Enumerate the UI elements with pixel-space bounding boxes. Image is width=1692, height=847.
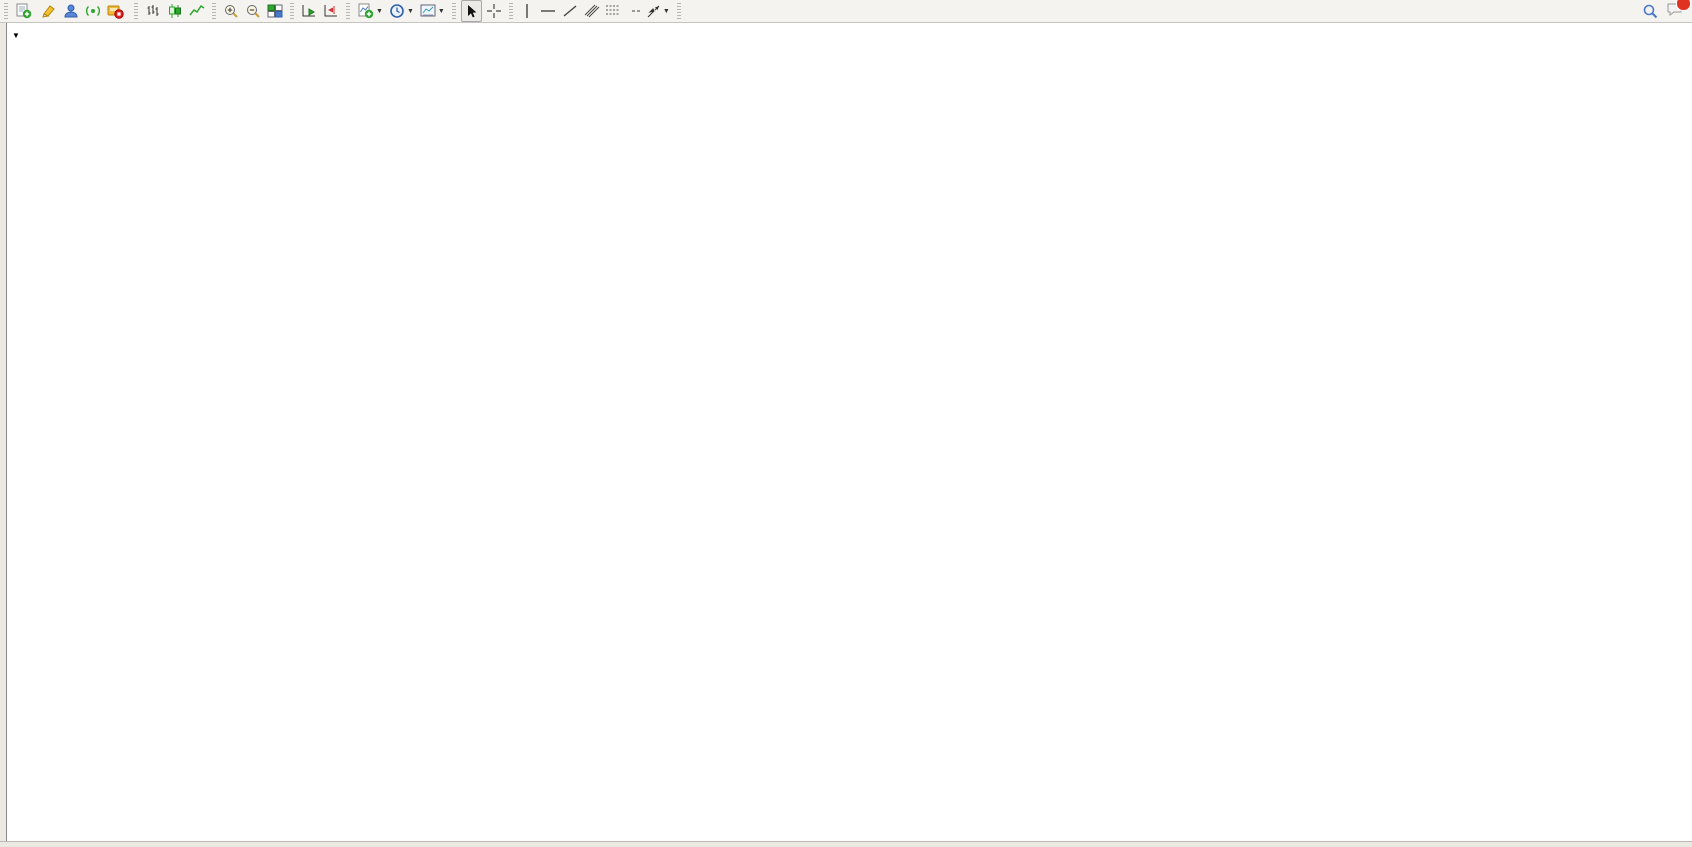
- chart-title: ▼: [12, 28, 31, 42]
- periods-button[interactable]: ▼: [387, 1, 416, 21]
- autotrade-icon: [107, 3, 124, 19]
- symbol-dropdown-icon[interactable]: ▼: [12, 31, 20, 40]
- chart-shift-icon: [323, 3, 339, 19]
- bar-chart-button[interactable]: [143, 1, 163, 21]
- arrows-icon: [646, 4, 661, 19]
- bar-chart-icon: [145, 3, 161, 19]
- templates-button[interactable]: ▼: [418, 1, 447, 21]
- indicators-button[interactable]: ▼: [355, 1, 385, 21]
- signal-icon: [85, 3, 101, 19]
- indicators-icon: [357, 3, 374, 19]
- zoom-in-button[interactable]: [221, 1, 241, 21]
- profile-icon: [63, 3, 79, 19]
- search-icon[interactable]: [1642, 3, 1658, 19]
- cursor-tool-button[interactable]: [461, 0, 482, 22]
- toolbar-grip[interactable]: [4, 3, 8, 19]
- chart-canvas[interactable]: [0, 0, 1692, 847]
- toolbar-grip[interactable]: [346, 3, 350, 19]
- line-chart-button[interactable]: [187, 1, 207, 21]
- channel-icon: [584, 3, 602, 19]
- zoom-out-button[interactable]: [243, 1, 263, 21]
- mt4-window: ▼ ▼ ▼: [0, 0, 1692, 847]
- tile-windows-button[interactable]: [265, 1, 285, 21]
- periods-caret: ▼: [407, 8, 414, 15]
- candlestick-button[interactable]: [165, 1, 185, 21]
- toolbar-grip[interactable]: [509, 3, 513, 19]
- trendline-tool[interactable]: [560, 1, 580, 21]
- new-order-icon: [15, 3, 32, 19]
- toolbar-grip[interactable]: [212, 3, 216, 19]
- autotrade-button[interactable]: [105, 1, 129, 21]
- toolbar-grip[interactable]: [452, 3, 456, 19]
- chart-shift-button[interactable]: [321, 1, 341, 21]
- toolbar-grip[interactable]: [134, 3, 138, 19]
- main-toolbar: ▼ ▼ ▼: [0, 0, 1692, 23]
- vertical-line-tool[interactable]: [518, 1, 536, 21]
- toolbar-grip[interactable]: [677, 3, 681, 19]
- vertical-line-icon: [520, 3, 534, 19]
- cursor-icon: [464, 4, 479, 19]
- candlestick-icon: [167, 3, 183, 19]
- signals-button[interactable]: [83, 1, 103, 21]
- label-tool-letter: [632, 10, 640, 12]
- notifications-button[interactable]: [1666, 1, 1684, 22]
- notification-badge: [1676, 0, 1691, 11]
- auto-scroll-button[interactable]: [299, 1, 319, 21]
- fibonacci-icon: [605, 3, 623, 19]
- zoom-in-icon: [223, 3, 239, 19]
- text-tool[interactable]: [624, 1, 628, 21]
- new-order-button[interactable]: [13, 1, 37, 21]
- tile-windows-icon: [267, 3, 283, 19]
- crosshair-tool-button[interactable]: [484, 1, 504, 21]
- indicators-caret: ▼: [376, 8, 383, 15]
- equidistant-channel-tool[interactable]: [582, 1, 601, 21]
- profile-button[interactable]: [61, 1, 81, 21]
- clock-icon: [389, 3, 405, 19]
- rsi-title: [12, 722, 15, 734]
- zoom-out-icon: [245, 3, 261, 19]
- fibonacci-tool[interactable]: [603, 1, 622, 21]
- arrows-tool[interactable]: ▼: [644, 1, 672, 21]
- toolbar-grip[interactable]: [290, 3, 294, 19]
- horizontal-line-tool[interactable]: [538, 1, 558, 21]
- macd-title: [12, 600, 15, 612]
- auto-scroll-icon: [301, 3, 317, 19]
- template-icon: [420, 3, 436, 19]
- arrows-caret: ▼: [663, 8, 670, 15]
- horizontal-line-icon: [540, 3, 556, 19]
- text-label-tool[interactable]: [630, 1, 642, 21]
- crayon-icon: [41, 3, 57, 19]
- line-chart-icon: [189, 3, 205, 19]
- trendline-icon: [562, 3, 578, 19]
- toolbar-right: [1642, 1, 1684, 22]
- styles-button[interactable]: [39, 1, 59, 21]
- templates-caret: ▼: [438, 8, 445, 15]
- crosshair-icon: [486, 3, 502, 19]
